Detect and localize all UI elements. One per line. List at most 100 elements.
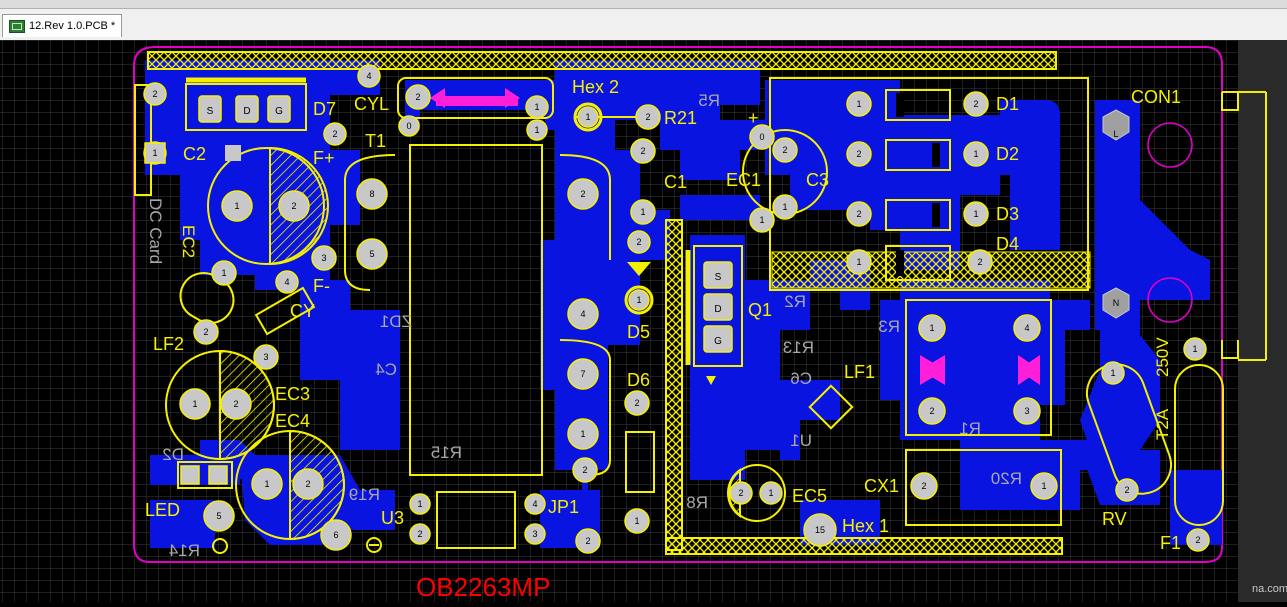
svg-text:2: 2	[856, 209, 861, 219]
svg-text:1: 1	[1110, 368, 1115, 378]
label-cyl: CYL	[354, 94, 389, 114]
label-d1: D1	[996, 94, 1019, 114]
label-plus: +	[748, 108, 759, 128]
label-lf2: LF2	[153, 334, 184, 354]
label-t2a: T2A	[1153, 408, 1172, 440]
document-tab[interactable]: 12.Rev 1.0.PCB *	[2, 14, 123, 37]
scroll-area	[1238, 40, 1287, 602]
label-u3: U3	[381, 508, 404, 528]
label-ec3: EC3	[275, 384, 310, 404]
svg-text:2: 2	[1124, 485, 1129, 495]
label-jp1: JP1	[548, 497, 579, 517]
svg-text:3: 3	[532, 529, 537, 539]
label-r13: R13	[783, 338, 814, 357]
svg-text:4: 4	[580, 309, 585, 319]
label-d2: D2	[996, 144, 1019, 164]
svg-text:2: 2	[585, 536, 590, 546]
svg-text:0: 0	[406, 121, 411, 131]
svg-text:2: 2	[645, 112, 650, 122]
keepout-left	[665, 219, 683, 551]
q1-pin-g-label: G	[714, 336, 722, 347]
label-u1: U1	[790, 431, 812, 450]
label-con1: CON1	[1131, 87, 1181, 107]
label-r19: R19	[349, 485, 380, 504]
svg-text:2: 2	[782, 145, 787, 155]
svg-text:1: 1	[264, 479, 269, 489]
svg-text:1: 1	[534, 125, 539, 135]
svg-text:1: 1	[221, 268, 226, 278]
label-r14: R14	[169, 541, 200, 560]
pcb-canvas[interactable]: 2 1 1 2 2 4 3 4 8 5 1 2 3 1 2 1 2 6 5 2 0 1 1 2 4 7 1…	[0, 40, 1287, 602]
label-r20: R20	[991, 469, 1022, 488]
label-ec5: EC5	[792, 486, 827, 506]
pcb-file-icon	[9, 20, 25, 33]
svg-text:15: 15	[815, 525, 825, 535]
bottom-silk-vertical: DC Card	[146, 198, 165, 264]
label-c3: C3	[806, 170, 829, 190]
label-c2: C2	[183, 144, 206, 164]
label-led: LED	[145, 500, 180, 520]
svg-text:1: 1	[192, 399, 197, 409]
svg-text:5: 5	[216, 511, 221, 521]
svg-text:1: 1	[534, 102, 539, 112]
svg-text:2: 2	[634, 398, 639, 408]
label-hex1: Hex 1	[842, 516, 889, 536]
keepout-top	[147, 51, 1057, 70]
svg-text:2: 2	[415, 92, 420, 102]
svg-text:3: 3	[321, 253, 326, 263]
pin-g-label: G	[275, 106, 283, 117]
label-d2-bottom: D2	[162, 445, 184, 464]
svg-text:1: 1	[636, 295, 641, 305]
document-tab-label: 12.Rev 1.0.PCB *	[29, 20, 116, 32]
label-f-minus: F-	[313, 276, 330, 296]
svg-text:2: 2	[332, 129, 337, 139]
q1-pin-s-label: S	[715, 272, 722, 283]
label-r5: R5	[698, 91, 720, 110]
svg-text:1: 1	[234, 201, 239, 211]
svg-text:2: 2	[973, 99, 978, 109]
label-f-plus: F+	[313, 148, 335, 168]
label-d6: D6	[627, 370, 650, 390]
svg-text:2: 2	[738, 488, 743, 498]
svg-text:2: 2	[417, 529, 422, 539]
label-cy: CY	[290, 301, 315, 321]
svg-text:2: 2	[636, 237, 641, 247]
label-q1: Q1	[748, 300, 772, 320]
svg-text:2: 2	[580, 189, 585, 199]
svg-text:2: 2	[291, 201, 296, 211]
q1-pin-d-label: D	[714, 304, 721, 315]
svg-text:1: 1	[634, 516, 639, 526]
svg-text:2: 2	[977, 257, 982, 267]
part-number-annotation: OB2263MP	[416, 572, 550, 602]
svg-text:2: 2	[233, 399, 238, 409]
label-t1: T1	[365, 131, 386, 151]
svg-text:1: 1	[759, 215, 764, 225]
svg-text:0: 0	[759, 132, 764, 142]
label-r15: R15	[431, 443, 462, 462]
svg-text:2: 2	[856, 149, 861, 159]
svg-text:7: 7	[580, 369, 585, 379]
svg-text:1: 1	[973, 149, 978, 159]
svg-text:8: 8	[369, 189, 374, 199]
label-r8: R8	[686, 493, 708, 512]
svg-text:4: 4	[284, 277, 289, 287]
svg-text:4: 4	[366, 71, 371, 81]
label-f1: F1	[1160, 533, 1181, 553]
label-cx1: CX1	[864, 476, 899, 496]
svg-text:L: L	[1113, 129, 1118, 139]
svg-text:1: 1	[417, 499, 422, 509]
svg-text:1: 1	[856, 99, 861, 109]
tab-bar: 12.Rev 1.0.PCB *	[0, 0, 1287, 40]
pcb-layout[interactable]: 2 1 1 2 2 4 3 4 8 5 1 2 3 1 2 1 2 6 5 2 0 1 1 2 4 7 1…	[0, 40, 1287, 602]
svg-text:2: 2	[305, 479, 310, 489]
label-r1: R1	[959, 419, 981, 438]
keepout-bridge	[771, 251, 1091, 289]
svg-text:4: 4	[1024, 323, 1029, 333]
svg-text:2: 2	[203, 327, 208, 337]
svg-text:2: 2	[1195, 535, 1200, 545]
dc-card-label: DC Card	[146, 198, 165, 264]
label-rv: RV	[1102, 509, 1127, 529]
label-d5: D5	[627, 322, 650, 342]
svg-text:2: 2	[640, 146, 645, 156]
label-r2: R2	[784, 292, 806, 311]
